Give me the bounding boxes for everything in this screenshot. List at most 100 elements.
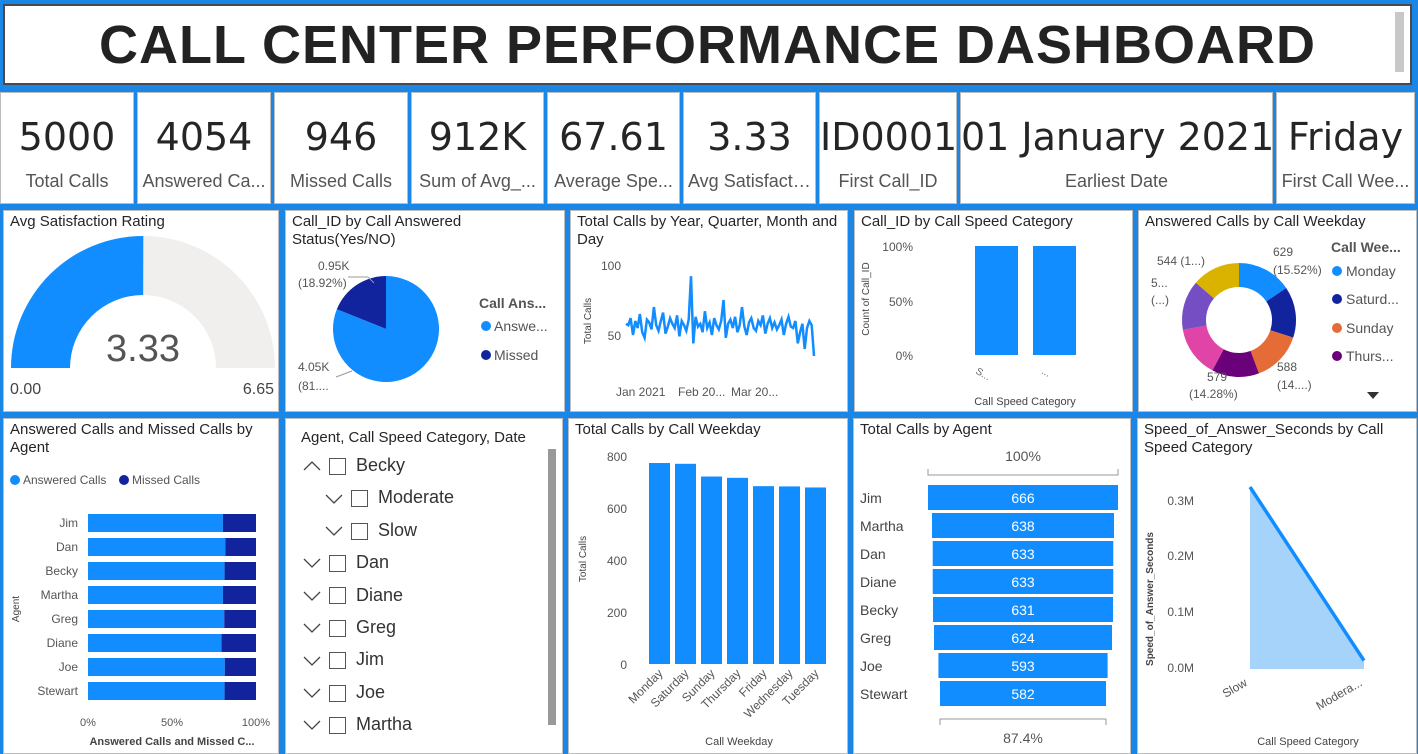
weekday-ytick-600: 600 bbox=[607, 502, 627, 516]
weekday-bar-chart: Total Calls 800 600 400 200 0 MondaySatu… bbox=[578, 450, 826, 748]
slicer-item-greg[interactable]: Greg bbox=[303, 617, 396, 638]
donut-chart: 544 (1...) 5... (...) 629 (15.52%) 588 (… bbox=[1151, 239, 1401, 401]
kpi-value: Friday bbox=[1287, 115, 1404, 159]
speedcat-ytick-0: 0% bbox=[896, 349, 914, 363]
checkbox[interactable] bbox=[351, 522, 368, 540]
pie-chart: 0.95K (18.92%) 4.05K (81.... Call Ans...… bbox=[298, 259, 548, 393]
line-xtick-jan: Jan 2021 bbox=[616, 385, 666, 399]
kpi-card-first-call-weekday[interactable]: Friday First Call Wee... bbox=[1276, 92, 1415, 204]
weekday-xlabel: Call Weekday bbox=[705, 736, 773, 748]
slicer-item-moderate[interactable]: Moderate bbox=[325, 487, 454, 508]
scrollbar[interactable] bbox=[1395, 12, 1404, 72]
kpi-card-sum-avg[interactable]: 912K Sum of Avg_... bbox=[411, 92, 544, 204]
weekday-bar-saturday bbox=[675, 463, 696, 664]
line-series bbox=[625, 276, 816, 357]
kpi-card-avg-satisfaction[interactable]: 3.33 Avg Satisfacti... bbox=[683, 92, 816, 204]
chevron-down-icon[interactable] bbox=[303, 556, 321, 570]
area-xtick-slow: Slow bbox=[1220, 675, 1250, 700]
funnel-value-diane: 633 bbox=[1011, 574, 1035, 590]
slicer-item-slow[interactable]: Slow bbox=[325, 520, 417, 541]
weekday-bar-friday bbox=[753, 486, 774, 664]
hierarchy-slicer[interactable]: Agent, Call Speed Category, Date Becky Mo… bbox=[285, 418, 563, 754]
speedcat-bar-moderate bbox=[1033, 246, 1076, 355]
stacked-bar-answered-martha bbox=[88, 586, 223, 604]
line-visual[interactable]: Total Calls by Year, Quarter, Month and … bbox=[570, 210, 848, 412]
stacked-xtick-0: 0% bbox=[80, 717, 96, 729]
kpi-card-average-speed[interactable]: 67.61 Average Spe... bbox=[547, 92, 680, 204]
funnel-visual[interactable]: Total Calls by Agent 100% Jim 666 Martha 63… bbox=[853, 418, 1131, 754]
kpi-label: Answered Ca... bbox=[142, 171, 266, 191]
chevron-up-icon[interactable] bbox=[303, 459, 321, 473]
stacked-bar-missed-martha bbox=[222, 586, 256, 604]
speed-category-visual[interactable]: Call_ID by Call Speed Category Count of … bbox=[854, 210, 1133, 412]
donut-label-friday-pct: (...) bbox=[1151, 293, 1169, 307]
chevron-down-icon[interactable] bbox=[303, 589, 321, 603]
chevron-down-icon[interactable] bbox=[325, 492, 343, 506]
chevron-down-icon[interactable] bbox=[303, 621, 321, 635]
donut-label-monday: 629 bbox=[1273, 245, 1293, 259]
stacked-bar-visual[interactable]: Answered Calls and Missed Calls by Agent… bbox=[3, 418, 279, 754]
speedcat-bar-slow bbox=[975, 246, 1018, 355]
legend-scroll-down-icon[interactable] bbox=[1367, 392, 1379, 399]
slicer-item-jim[interactable]: Jim bbox=[303, 649, 384, 670]
slicer-item-joe[interactable]: Joe bbox=[303, 682, 385, 703]
gauge-visual[interactable]: Avg Satisfaction Rating 3.33 0.00 6.65 bbox=[3, 210, 279, 412]
slicer-title: Agent, Call Speed Category, Date bbox=[301, 429, 526, 446]
kpi-label: Earliest Date bbox=[1064, 171, 1169, 191]
kpi-value: 4054 bbox=[155, 115, 253, 159]
kpi-value: 946 bbox=[304, 115, 378, 159]
kpi-value: 67.61 bbox=[559, 115, 668, 159]
stacked-xtick-100: 100% bbox=[242, 717, 270, 729]
stacked-label-greg: Greg bbox=[51, 612, 78, 626]
stacked-bar-answered-jim bbox=[88, 514, 223, 532]
slicer-item-becky[interactable]: Becky bbox=[303, 455, 405, 476]
checkbox[interactable] bbox=[329, 652, 346, 670]
kpi-card-answered-calls[interactable]: 4054 Answered Ca... bbox=[137, 92, 271, 204]
checkbox[interactable] bbox=[329, 716, 346, 734]
kpi-card-total-calls[interactable]: 5000 Total Calls bbox=[0, 92, 134, 204]
slicer-item-diane[interactable]: Diane bbox=[303, 585, 403, 606]
kpi-card-missed-calls[interactable]: 946 Missed Calls bbox=[274, 92, 408, 204]
kpi-card-first-call-id[interactable]: ID0001 First Call_ID bbox=[819, 92, 957, 204]
speedcat-xtick-moderate: ... bbox=[1040, 366, 1053, 380]
chevron-down-icon[interactable] bbox=[325, 524, 343, 538]
donut-label-friday: 5... bbox=[1151, 276, 1168, 290]
slicer-item-dan[interactable]: Dan bbox=[303, 552, 389, 573]
kpi-value: 5000 bbox=[18, 115, 116, 159]
weekday-bar-visual[interactable]: Total Calls by Call Weekday Total Calls … bbox=[568, 418, 848, 754]
kpi-value: 912K bbox=[428, 115, 527, 159]
weekday-ytick-800: 800 bbox=[607, 450, 627, 464]
speedcat-ytick-50: 50% bbox=[889, 295, 913, 309]
funnel-label-martha: Martha bbox=[860, 518, 904, 534]
chevron-down-icon[interactable] bbox=[303, 686, 321, 700]
pie-visual[interactable]: Call_ID by Call Answered Status(Yes/NO) … bbox=[285, 210, 565, 412]
donut-legend-monday: Monday bbox=[1346, 263, 1396, 279]
speedcat-xlabel: Call Speed Category bbox=[974, 396, 1076, 408]
kpi-label: First Call Wee... bbox=[1281, 171, 1410, 191]
chevron-down-icon[interactable] bbox=[303, 718, 321, 732]
chevron-down-icon[interactable] bbox=[303, 654, 321, 668]
slicer-item-martha[interactable]: Martha bbox=[303, 714, 412, 735]
stacked-label-jim: Jim bbox=[59, 516, 78, 530]
checkbox[interactable] bbox=[329, 554, 346, 572]
kpi-value: 01 January 2021 bbox=[961, 115, 1273, 159]
checkbox[interactable] bbox=[329, 619, 346, 637]
checkbox[interactable] bbox=[329, 587, 346, 605]
checkbox[interactable] bbox=[329, 684, 346, 702]
area-visual[interactable]: Speed_of_Answer_Seconds by Call Speed Ca… bbox=[1137, 418, 1417, 754]
funnel-label-jim: Jim bbox=[860, 490, 882, 506]
area-chart: Speed_of_Answer_Seconds 0.3M 0.2M 0.1M 0… bbox=[1145, 486, 1366, 748]
stacked-bar-missed-diane bbox=[221, 634, 256, 652]
donut-visual[interactable]: Answered Calls by Call Weekday 544 (1...… bbox=[1138, 210, 1417, 412]
stacked-bar-answered-stewart bbox=[88, 682, 225, 700]
checkbox[interactable] bbox=[351, 490, 368, 508]
slicer-item-label: Diane bbox=[356, 584, 404, 605]
kpi-card-earliest-date[interactable]: 01 January 2021 Earliest Date bbox=[960, 92, 1273, 204]
pie-label-answered-value: 4.05K bbox=[298, 360, 329, 374]
slicer-item-label: Greg bbox=[356, 617, 397, 637]
stacked-bar-missed-jim bbox=[222, 514, 256, 532]
slicer-scrollbar[interactable] bbox=[548, 449, 556, 725]
checkbox[interactable] bbox=[329, 457, 346, 475]
funnel-value-joe: 593 bbox=[1011, 658, 1035, 674]
weekday-bar-sunday bbox=[701, 476, 722, 664]
